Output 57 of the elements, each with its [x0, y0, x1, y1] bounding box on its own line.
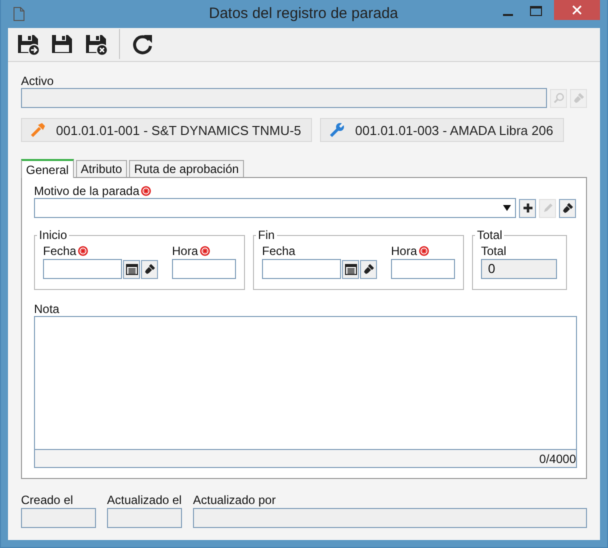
- read-only-field[interactable]: [21, 508, 96, 528]
- read-only-field[interactable]: [193, 508, 587, 528]
- group-title: Inicio: [38, 228, 68, 242]
- field-label: Activo: [21, 74, 55, 88]
- clear-button[interactable]: [559, 198, 576, 218]
- hammer-icon: [30, 122, 46, 138]
- calendar-button[interactable]: [123, 260, 140, 278]
- date-field[interactable]: [43, 259, 122, 279]
- refresh-icon: [131, 32, 155, 56]
- brush-icon: [144, 263, 156, 275]
- caret-icon: [503, 205, 511, 211]
- asset-field[interactable]: [21, 88, 547, 108]
- calendar-icon: [126, 263, 138, 275]
- calendar-icon: [344, 263, 356, 275]
- asset-button[interactable]: 001.01.01-003 - AMADA Libra 206: [320, 118, 564, 142]
- field-label: Fecha: [262, 244, 296, 258]
- required-icon: [78, 246, 88, 256]
- field-label: Nota: [34, 302, 60, 316]
- field-label: Hora: [172, 244, 198, 258]
- field-label: Motivo de la parada: [34, 184, 140, 198]
- clear-button[interactable]: [141, 260, 158, 278]
- field-label: Total: [481, 244, 508, 258]
- wrench-icon: [329, 122, 346, 138]
- brush-icon: [572, 92, 584, 104]
- character-counter: 0/4000: [539, 452, 576, 466]
- group-title: Fin: [257, 228, 276, 242]
- calendar-button[interactable]: [342, 260, 359, 278]
- read-only-field[interactable]: [107, 508, 182, 528]
- field-label: Hora: [391, 244, 418, 258]
- window-title: Datos del registro de parada: [208, 5, 400, 22]
- field-label: Fecha: [43, 244, 76, 258]
- tab[interactable]: Atributo: [76, 160, 128, 177]
- field-label: Actualizado el: [107, 493, 182, 507]
- time-field[interactable]: [391, 259, 455, 279]
- total-field[interactable]: 0: [481, 259, 557, 279]
- time-field[interactable]: [172, 259, 236, 279]
- brush-icon: [562, 202, 574, 214]
- tab[interactable]: Ruta de aprobación: [129, 160, 244, 177]
- required-icon: [141, 186, 152, 196]
- pencil-icon: [542, 202, 554, 214]
- field-label: Actualizado por: [193, 493, 277, 507]
- clear-button[interactable]: [360, 260, 377, 278]
- field-label: Creado el: [21, 493, 74, 507]
- group-title: Total: [476, 228, 504, 242]
- close-icon: [572, 5, 582, 15]
- add-button[interactable]: [519, 198, 536, 218]
- document-icon: [13, 6, 25, 21]
- tab[interactable]: General: [21, 159, 74, 178]
- required-icon: [419, 246, 430, 256]
- asset-button[interactable]: 001.01.01-001 - S&T DYNAMICS TNMU-5: [21, 118, 312, 142]
- required-icon: [200, 246, 210, 256]
- note-field[interactable]: [34, 316, 577, 449]
- brush-icon: [362, 263, 374, 275]
- date-field[interactable]: [262, 259, 341, 279]
- search-icon: [552, 92, 564, 104]
- close-button[interactable]: [554, 0, 600, 20]
- plus-icon: [522, 202, 534, 214]
